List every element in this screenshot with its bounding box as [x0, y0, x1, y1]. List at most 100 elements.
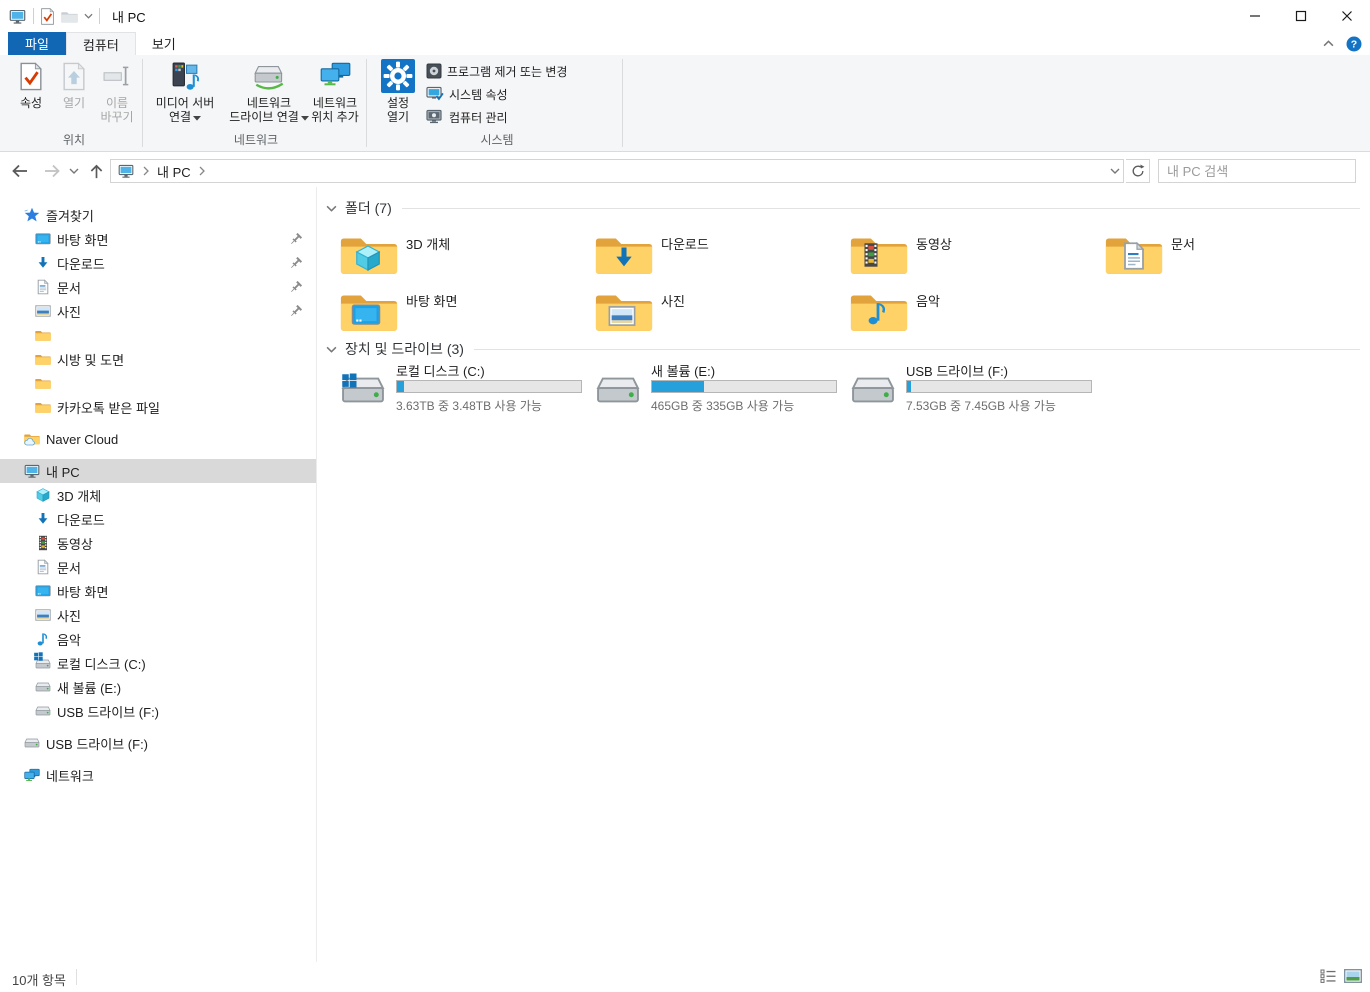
sidebar-item-this-pc[interactable]: 내 PC	[0, 459, 316, 483]
breadcrumb: 내 PC	[111, 162, 211, 181]
folder-tile-pictures[interactable]: 사진	[595, 284, 841, 338]
refresh-button[interactable]	[1126, 159, 1150, 183]
desktop-icon	[35, 583, 51, 599]
sidebar-item-documents[interactable]: 문서	[0, 275, 316, 299]
folder-tile-downloads[interactable]: 다운로드	[595, 227, 841, 281]
status-bar: 10개 항목	[0, 962, 1370, 992]
folder-tile-documents[interactable]: 문서	[1105, 227, 1351, 281]
up-button[interactable]	[84, 159, 108, 183]
sidebar-item-pictures[interactable]: 사진	[0, 299, 316, 323]
media-server-button[interactable]: 미디어 서버 연결	[148, 58, 222, 124]
rename-button[interactable]: 이름 바꾸기	[94, 58, 140, 124]
folder-tile-videos[interactable]: 동영상	[850, 227, 1096, 281]
group-header-folders[interactable]: 폴더 (7)	[326, 198, 1360, 218]
sidebar-item-downloads[interactable]: 다운로드	[0, 251, 316, 275]
qat-customize-dropdown[interactable]	[84, 13, 93, 19]
folder-tile-3d-objects[interactable]: 3D 개체	[340, 227, 586, 281]
details-view-button[interactable]	[1320, 969, 1336, 983]
minimize-button[interactable]	[1232, 0, 1278, 32]
add-network-location-button[interactable]: 네트워크 위치 추가	[306, 58, 364, 124]
sidebar-item-usb-drive-f[interactable]: USB 드라이브 (F:)	[0, 699, 316, 723]
network-icon	[24, 767, 40, 783]
ribbon-group-location: 속성 열기 이름 바꾸기 위치	[8, 55, 140, 151]
cloud-folder-icon	[24, 431, 40, 447]
new-folder-qat-button[interactable]	[61, 9, 78, 24]
folder-tile-music[interactable]: 음악	[850, 284, 1096, 338]
sidebar-item-usb-drive-root[interactable]: USB 드라이브 (F:)	[0, 731, 316, 755]
help-icon[interactable]	[1346, 36, 1362, 52]
sidebar-item-naver-cloud[interactable]: Naver Cloud	[0, 427, 316, 451]
group-label-system: 시스템	[480, 133, 514, 147]
sidebar-item-local-disk-c[interactable]: 로컬 디스크 (C:)	[0, 651, 316, 675]
sidebar-item-desktop[interactable]: 바탕 화면	[0, 579, 316, 603]
system-properties-button[interactable]: 시스템 속성	[426, 84, 508, 104]
download-icon	[35, 511, 51, 527]
group-header-drives[interactable]: 장치 및 드라이브 (3)	[326, 339, 1360, 359]
sidebar-item-folder[interactable]	[0, 323, 316, 347]
system-drive-icon	[340, 371, 386, 409]
properties-qat-button[interactable]	[40, 8, 55, 25]
breadcrumb-this-pc[interactable]: 내 PC	[157, 162, 191, 181]
sidebar-item-downloads[interactable]: 다운로드	[0, 507, 316, 531]
sidebar-item-network[interactable]: 네트워크	[0, 763, 316, 787]
properties-icon	[19, 58, 43, 94]
large-icons-view-button[interactable]	[1344, 969, 1362, 983]
folder-pictures-icon	[595, 284, 653, 336]
chevron-down-icon[interactable]	[326, 346, 337, 353]
tab-file[interactable]: 파일	[8, 32, 66, 55]
sidebar-item-folder[interactable]	[0, 371, 316, 395]
sidebar-item-documents[interactable]: 문서	[0, 555, 316, 579]
close-button[interactable]	[1324, 0, 1370, 32]
sidebar-item-folder[interactable]: 시방 및 도면	[0, 347, 316, 371]
sidebar-item-folder[interactable]: 카카오톡 받은 파일	[0, 395, 316, 419]
sidebar-item-quick-access[interactable]: 즐겨찾기	[0, 203, 316, 227]
drive-icon	[35, 679, 51, 695]
folder-icon	[35, 351, 51, 367]
sidebar-item-3d-objects[interactable]: 3D 개체	[0, 483, 316, 507]
chevron-right-icon[interactable]	[199, 166, 205, 176]
tab-view[interactable]: 보기	[136, 32, 192, 55]
chevron-down-icon[interactable]	[326, 205, 337, 212]
sidebar-item-desktop[interactable]: 바탕 화면	[0, 227, 316, 251]
collapse-ribbon-icon[interactable]	[1323, 40, 1334, 47]
sidebar-item-new-volume-e[interactable]: 새 볼륨 (E:)	[0, 675, 316, 699]
window-title: 내 PC	[112, 9, 146, 25]
recent-locations-dropdown[interactable]	[66, 159, 82, 183]
map-network-drive-button[interactable]: 네트워크 드라이브 연결	[224, 58, 314, 124]
properties-button[interactable]: 속성	[10, 58, 52, 110]
tab-computer[interactable]: 컴퓨터	[65, 32, 136, 55]
open-button[interactable]: 열기	[54, 58, 94, 110]
address-bar[interactable]: 내 PC	[110, 159, 1124, 183]
navigation-bar: 내 PC	[0, 153, 1370, 187]
drive-tile-local-disk-c[interactable]: 로컬 디스크 (C:) 3.63TB 중 3.48TB 사용 가능	[340, 359, 590, 413]
add-network-location-icon	[319, 58, 352, 94]
sidebar-item-pictures[interactable]: 사진	[0, 603, 316, 627]
picture-icon	[35, 607, 51, 623]
sidebar-item-videos[interactable]: 동영상	[0, 531, 316, 555]
sidebar-item-music[interactable]: 음악	[0, 627, 316, 651]
computer-management-button[interactable]: 컴퓨터 관리	[426, 107, 508, 127]
drive-tile-new-volume-e[interactable]: 새 볼륨 (E:) 465GB 중 335GB 사용 가능	[595, 359, 845, 413]
uninstall-program-button[interactable]: 프로그램 제거 또는 변경	[426, 61, 567, 81]
forward-button[interactable]	[40, 159, 64, 183]
maximize-button[interactable]	[1278, 0, 1324, 32]
item-count: 10개 항목	[12, 973, 66, 988]
document-icon	[35, 279, 51, 295]
address-dropdown[interactable]	[1106, 160, 1123, 182]
document-icon	[35, 559, 51, 575]
picture-icon	[35, 303, 51, 319]
folder-music-icon	[850, 284, 908, 336]
search-input[interactable]	[1159, 163, 1351, 179]
folder-tile-desktop[interactable]: 바탕 화면	[340, 284, 586, 338]
system-drive-icon	[35, 655, 51, 671]
computer-management-icon	[426, 109, 444, 125]
drive-tile-usb-drive-f[interactable]: USB 드라이브 (F:) 7.53GB 중 7.45GB 사용 가능	[850, 359, 1100, 413]
open-icon	[62, 58, 86, 94]
divider	[473, 348, 1360, 350]
back-button[interactable]	[8, 159, 32, 183]
search-box[interactable]	[1158, 159, 1356, 183]
chevron-right-icon[interactable]	[143, 166, 149, 176]
divider	[401, 207, 1360, 209]
content-area: 즐겨찾기 바탕 화면 다운로드 문서 사진 시방 및 도면 카카오톡 받은 파일…	[0, 187, 1370, 962]
open-settings-button[interactable]: 설정 열기	[376, 58, 420, 124]
